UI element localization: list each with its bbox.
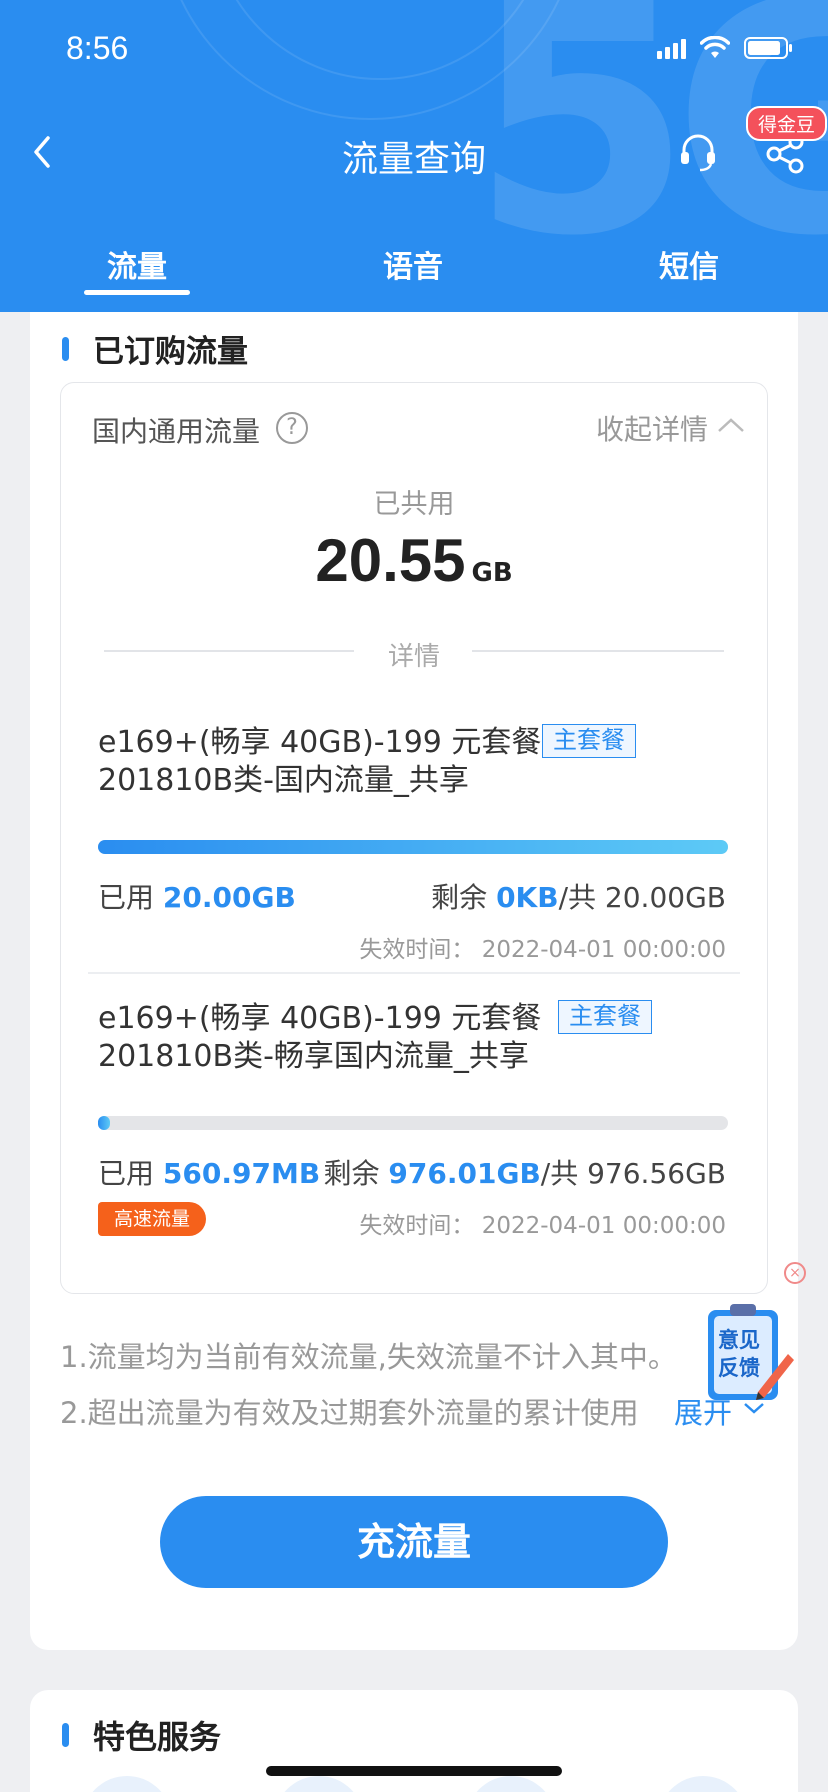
package-name-line: 201810B类-国内流量_共享	[98, 763, 469, 798]
used-prefix: 已用	[98, 881, 163, 914]
note-line: 1.流量均为当前有效流量,失效流量不计入其中。	[60, 1340, 677, 1374]
package-name-line: e169+(畅享 40GB)-199 元套餐	[98, 725, 542, 760]
expire-time: 失效时间： 2022-04-01 00:00:00	[359, 1213, 726, 1239]
status-time: 8:56	[66, 30, 129, 66]
gold-bean-badge[interactable]: 得金豆	[746, 106, 828, 141]
wifi-icon	[700, 36, 730, 60]
package-name: e169+(畅享 40GB)-199 元套餐 201810B类-畅享国内流量_共…	[98, 1000, 541, 1076]
expire-time: 失效时间： 2022-04-01 00:00:00	[359, 937, 726, 963]
remain-prefix: 剩余	[323, 1157, 389, 1190]
features-title-text: 特色服务	[93, 1718, 222, 1756]
divider	[472, 650, 724, 652]
package-name: e169+(畅享 40GB)-199 元套餐 201810B类-国内流量_共享	[98, 724, 541, 800]
progress-fill	[98, 840, 728, 854]
used-label: 已共用	[373, 489, 455, 520]
tab-sms[interactable]: 短信	[619, 242, 759, 286]
remaining-amount: 剩余 0KB/共 20.00GB	[431, 876, 726, 916]
section-title: 已订购流量	[62, 326, 248, 371]
recharge-data-button[interactable]: 充流量	[160, 1496, 668, 1588]
status-icons	[657, 36, 794, 60]
used-value: 20.00GB	[162, 881, 296, 914]
section-marker	[62, 336, 69, 361]
used-total-value: 20.55	[315, 527, 466, 594]
feedback-float-button[interactable]: 意见 反馈	[704, 1302, 794, 1412]
used-total-unit: GB	[471, 558, 513, 588]
used-total: 20.55 GB	[0, 526, 828, 595]
feedback-label-line2: 反馈	[718, 1356, 760, 1380]
collapse-details-button[interactable]: 收起详情	[596, 408, 708, 448]
tab-data[interactable]: 流量	[67, 242, 207, 286]
package-name-line: e169+(畅享 40GB)-199 元套餐	[98, 1001, 542, 1036]
chevron-up-icon	[718, 418, 744, 432]
domestic-flow-label: 国内通用流量	[92, 415, 261, 448]
used-amount: 已用 20.00GB	[98, 876, 296, 916]
remain-value: 976.01GB	[388, 1157, 541, 1190]
battery-icon	[744, 36, 794, 60]
tab-bar: 流量 语音 短信	[0, 242, 828, 292]
used-value: 560.97MB	[162, 1157, 321, 1190]
remain-value: 0KB	[496, 881, 559, 914]
progress-fill	[98, 1116, 110, 1130]
signal-icon	[657, 37, 686, 59]
active-tab-indicator	[84, 290, 190, 295]
progress-track	[98, 1116, 728, 1130]
detail-label: 详情	[387, 642, 440, 672]
home-indicator	[266, 1766, 562, 1776]
section-marker	[62, 1723, 69, 1747]
high-speed-badge: 高速流量	[98, 1202, 207, 1236]
used-amount: 已用 560.97MB	[98, 1152, 320, 1192]
note-line: 2.超出流量为有效及过期套外流量的累计使用	[60, 1396, 639, 1430]
main-package-tag: 主套餐	[558, 1000, 652, 1034]
used-prefix: 已用	[98, 1157, 163, 1190]
feedback-label-line1: 意见	[718, 1328, 760, 1352]
total-value: /共 20.00GB	[558, 881, 726, 914]
package-name-line: 201810B类-畅享国内流量_共享	[98, 1039, 529, 1074]
help-icon[interactable]: ?	[276, 412, 308, 444]
total-value: /共 976.56GB	[540, 1157, 726, 1190]
tab-voice[interactable]: 语音	[343, 242, 483, 286]
customer-service-button[interactable]	[676, 130, 720, 174]
package-separator	[88, 972, 740, 974]
features-section-title: 特色服务	[62, 1712, 221, 1758]
remaining-amount: 剩余 976.01GB/共 976.56GB	[324, 1152, 727, 1192]
close-feedback-button[interactable]: ×	[784, 1262, 806, 1284]
headset-icon	[681, 134, 715, 172]
remain-prefix: 剩余	[431, 881, 497, 914]
main-package-tag: 主套餐	[542, 724, 636, 758]
section-title-text: 已订购流量	[93, 334, 248, 370]
